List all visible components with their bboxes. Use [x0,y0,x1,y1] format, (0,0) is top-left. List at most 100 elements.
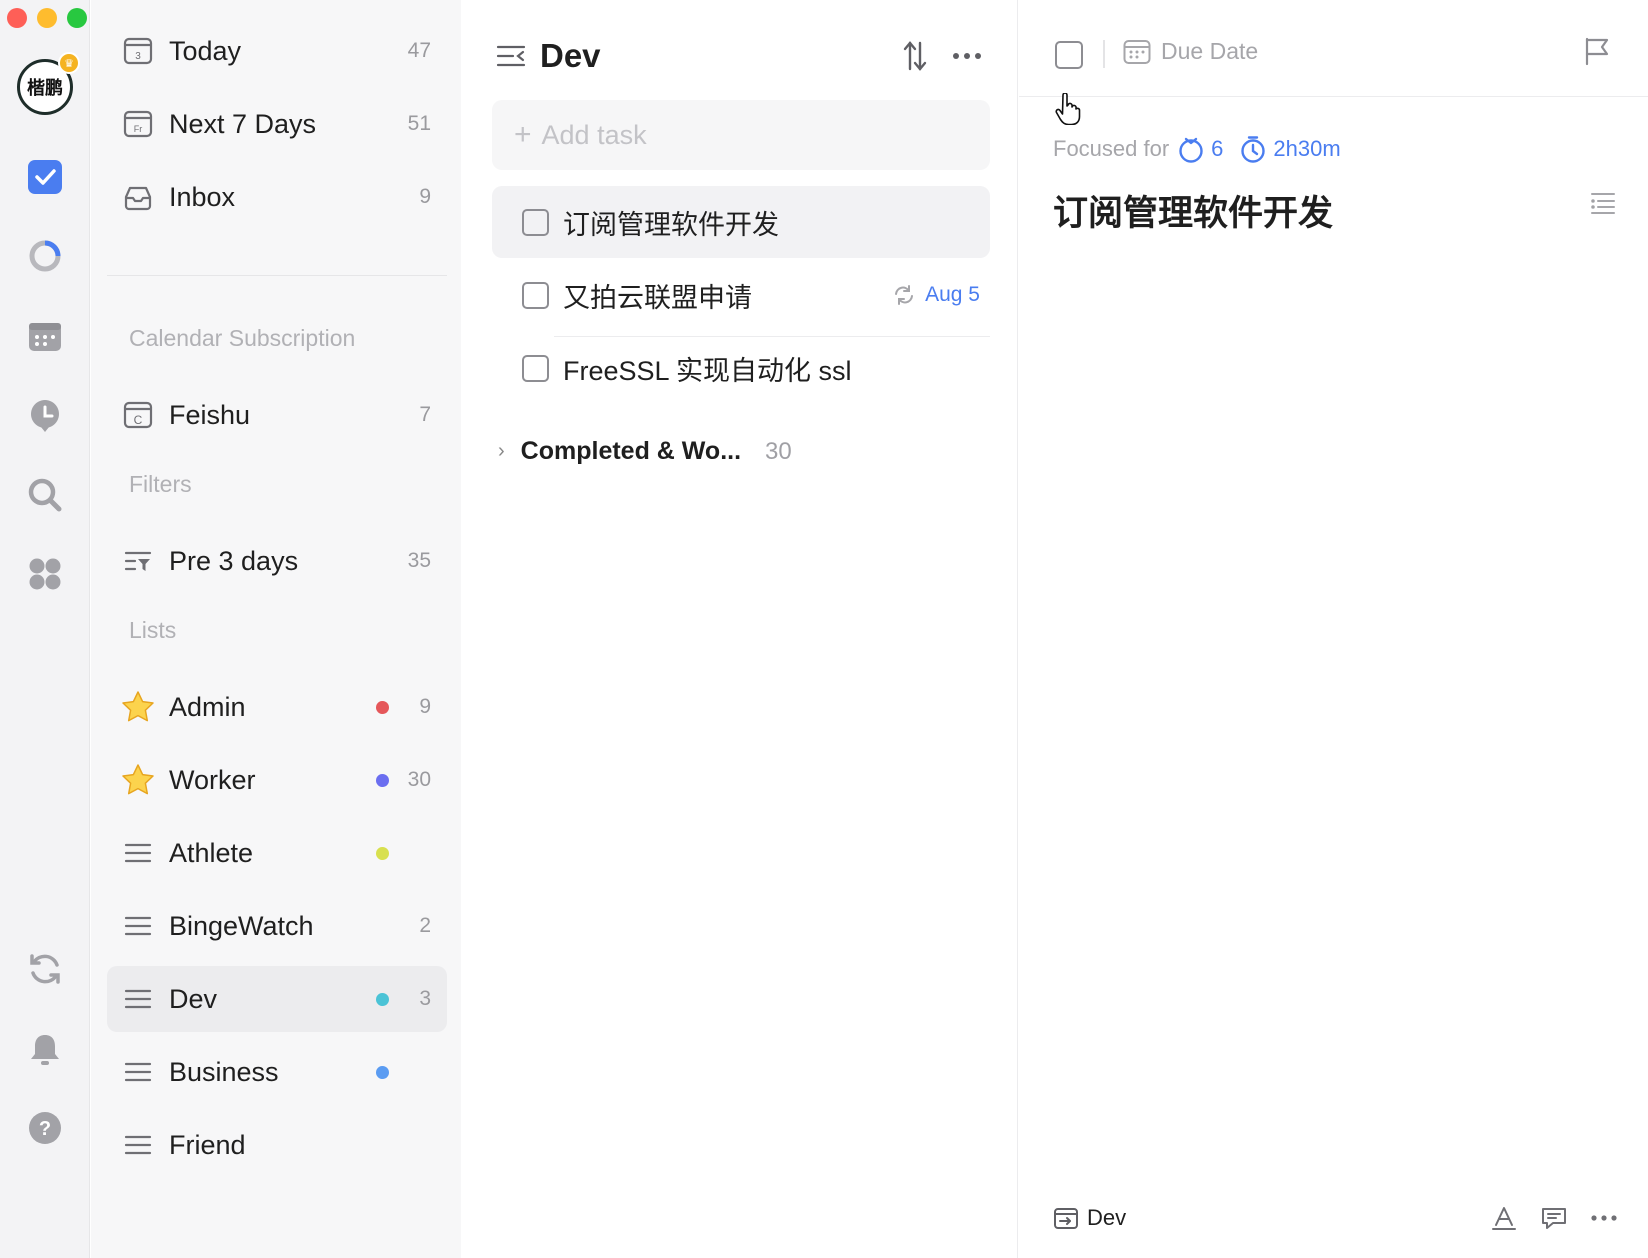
task-detail-title[interactable]: 订阅管理软件开发 [1053,185,1333,236]
due-date-button[interactable]: Due Date [1123,38,1258,65]
list-title: Dev [540,37,601,74]
sidebar-item-next-7-days[interactable]: Fr Next 7 Days 51 [107,91,447,157]
list-color-dot [376,1065,389,1079]
sidebar-item-count: 2 [419,914,431,937]
calendar-subscription-icon: C [121,398,155,432]
task-checkbox[interactable] [522,208,549,236]
section-title-lists: Lists [129,617,177,643]
search-icon[interactable] [24,474,66,516]
zoom-window-button[interactable] [67,8,87,28]
sidebar-item-friend[interactable]: Friend [107,1112,447,1178]
sync-icon[interactable] [24,948,66,990]
task-item[interactable]: 又拍云联盟申请 Aug 5 [492,259,990,331]
project-selector[interactable]: Dev [1053,1205,1126,1231]
priority-flag-icon[interactable] [1582,36,1612,71]
task-checkbox[interactable] [522,354,549,382]
sidebar-item-athlete[interactable]: Athlete [107,820,447,886]
sidebar-item-inbox[interactable]: Inbox 9 [107,164,447,230]
more-options-icon[interactable] [947,34,987,78]
repeat-icon [893,284,915,306]
sidebar-item-today[interactable]: 3 Today 47 [107,18,447,84]
task-due-date: Aug 5 [925,283,980,306]
sidebar-item-count: 47 [407,39,431,62]
habit-icon[interactable] [24,235,66,277]
focus-duration: 2h30m [1273,136,1341,161]
detail-footer: Dev [1053,1198,1624,1238]
sidebar-item-count: 3 [419,987,431,1010]
hand-cursor-icon [1055,92,1081,130]
completed-section-toggle[interactable]: › Completed & Wo... 30 [498,437,792,466]
task-due: Aug 5 [893,283,980,307]
minimize-window-button[interactable] [37,8,57,28]
sidebar-item-pre-3-days[interactable]: Pre 3 days 35 [107,528,447,594]
star-icon [121,763,155,797]
star-icon [121,690,155,724]
sidebar-item-label: Worker [169,764,256,795]
task-detail-pane: Due Date Focused for 6 2h30m 订阅管理软件开发 De… [1019,0,1648,1258]
pomodoro-icon [1177,135,1205,163]
sidebar-item-label: Dev [169,983,218,1014]
sidebar-item-count: 9 [419,185,431,208]
list-icon [121,836,155,870]
sidebar-item-count: 51 [407,112,431,135]
sidebar-item-label: BingeWatch [169,910,314,941]
add-task-input[interactable]: + Add task [492,100,990,170]
move-to-list-icon [1053,1205,1079,1231]
calendar-icon[interactable] [24,315,66,357]
list-icon [121,1128,155,1162]
calendar-icon [1123,39,1151,65]
task-icon[interactable] [24,156,66,198]
task-title: 订阅管理软件开发 [563,209,779,240]
sidebar-item-label: Today [169,35,242,66]
sidebar-item-bingewatch[interactable]: BingeWatch 2 [107,893,447,959]
sidebar: 3 Today 47 Fr Next 7 Days 51 Inbox 9 Cal… [91,0,461,1258]
stopwatch-icon [1239,135,1267,163]
sidebar-item-business[interactable]: Business [107,1039,447,1105]
task-divider [554,336,990,337]
svg-text:?: ? [39,1118,51,1140]
sidebar-item-label: Athlete [169,837,254,868]
sidebar-item-label: Pre 3 days [169,545,299,576]
sidebar-item-worker[interactable]: Worker 30 [107,747,447,813]
close-window-button[interactable] [7,8,27,28]
pomodoro-icon[interactable] [24,394,66,436]
list-color-dot [376,773,389,787]
description-mode-icon[interactable] [1590,190,1616,221]
task-list-pane: Dev + Add task 订阅管理软件开发 又拍云联盟申请 Aug 5 Fr… [462,0,1018,1258]
more-options-icon[interactable] [1584,1198,1624,1238]
detail-task-checkbox[interactable] [1055,41,1083,69]
task-item[interactable]: FreeSSL 实现自动化 ssl [492,332,990,404]
task-checkbox[interactable] [522,281,549,309]
sidebar-item-admin[interactable]: Admin 9 [107,674,447,740]
premium-crown-icon: ♛ [58,52,80,74]
sidebar-item-count: 30 [407,768,431,791]
comment-icon[interactable] [1534,1198,1574,1238]
text-format-icon[interactable] [1484,1198,1524,1238]
due-date-label: Due Date [1161,38,1259,64]
svg-text:C: C [134,413,143,427]
pomodoro-count: 6 [1211,136,1224,161]
sort-icon[interactable] [895,34,935,78]
detail-toolbar: Due Date [1019,0,1648,97]
list-header: Dev [496,34,987,78]
sidebar-item-dev[interactable]: Dev 3 [107,966,447,1032]
bell-icon[interactable] [24,1028,66,1070]
apps-icon[interactable] [24,553,66,595]
sidebar-item-feishu[interactable]: C Feishu 7 [107,382,447,448]
help-icon[interactable]: ? [24,1107,66,1149]
completed-count: 30 [765,437,792,465]
list-color-dot [376,846,389,860]
window-controls [7,8,87,28]
collapse-sidebar-icon[interactable] [496,41,526,71]
section-title-filters: Filters [129,471,192,497]
sidebar-item-label: Feishu [169,399,251,430]
list-color-dot [376,992,389,1006]
inbox-icon [121,180,155,214]
list-icon [121,909,155,943]
svg-text:3: 3 [135,51,141,62]
task-item[interactable]: 订阅管理软件开发 [492,186,990,258]
sidebar-item-count: 9 [419,695,431,718]
sidebar-item-label: Inbox [169,181,236,212]
add-task-placeholder: Add task [541,119,647,150]
filter-icon [121,544,155,578]
